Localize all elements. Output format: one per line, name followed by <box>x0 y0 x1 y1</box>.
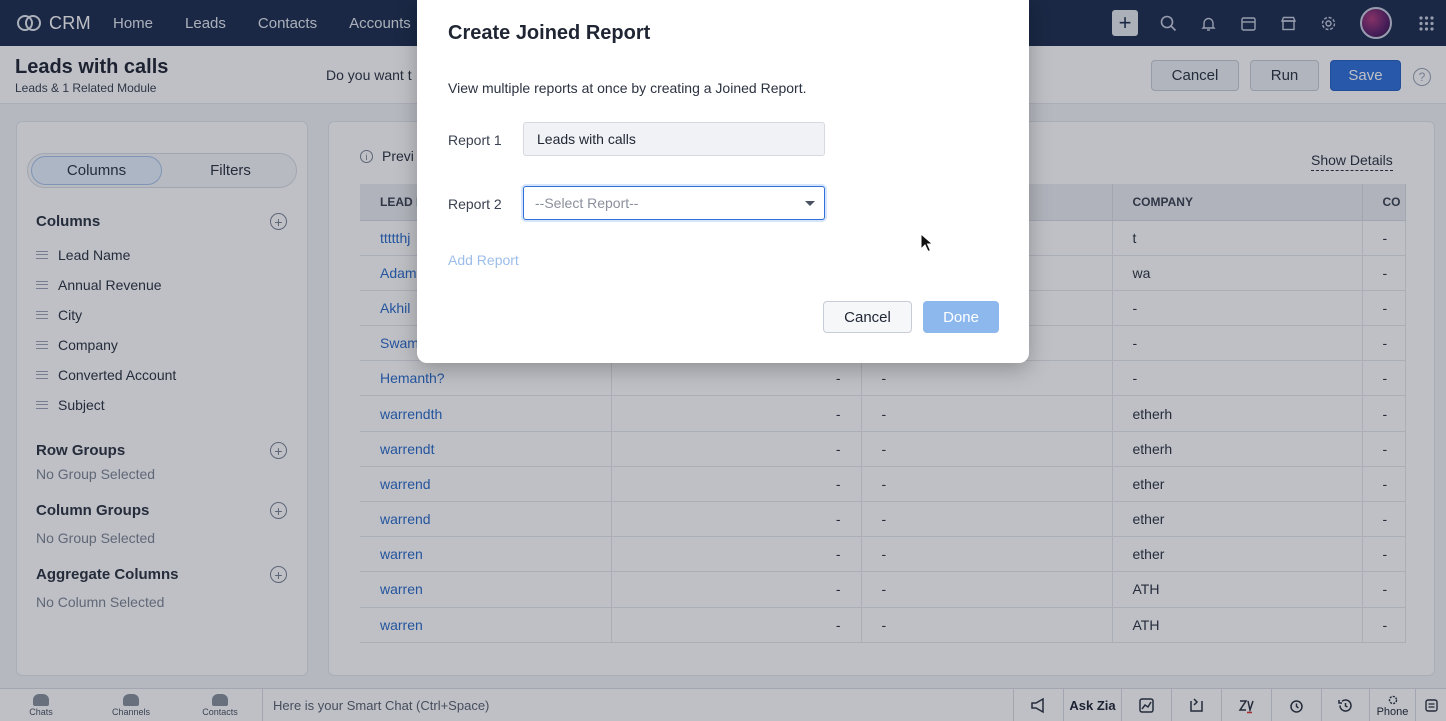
dialog-title: Create Joined Report <box>448 22 651 44</box>
dialog-cancel-button[interactable]: Cancel <box>823 301 912 333</box>
report2-select[interactable]: --Select Report-- <box>523 186 825 220</box>
report2-placeholder: --Select Report-- <box>535 195 639 211</box>
add-report-link[interactable]: Add Report <box>448 252 519 268</box>
report1-field[interactable]: Leads with calls <box>523 122 825 156</box>
dialog-description: View multiple reports at once by creatin… <box>448 80 807 96</box>
chevron-down-icon[interactable] <box>805 201 815 206</box>
report1-label: Report 1 <box>448 132 502 148</box>
dialog-done-button[interactable]: Done <box>923 301 999 333</box>
report2-label: Report 2 <box>448 196 502 212</box>
create-joined-report-dialog: Create Joined Report View multiple repor… <box>417 0 1029 363</box>
mouse-cursor-icon <box>920 233 934 253</box>
